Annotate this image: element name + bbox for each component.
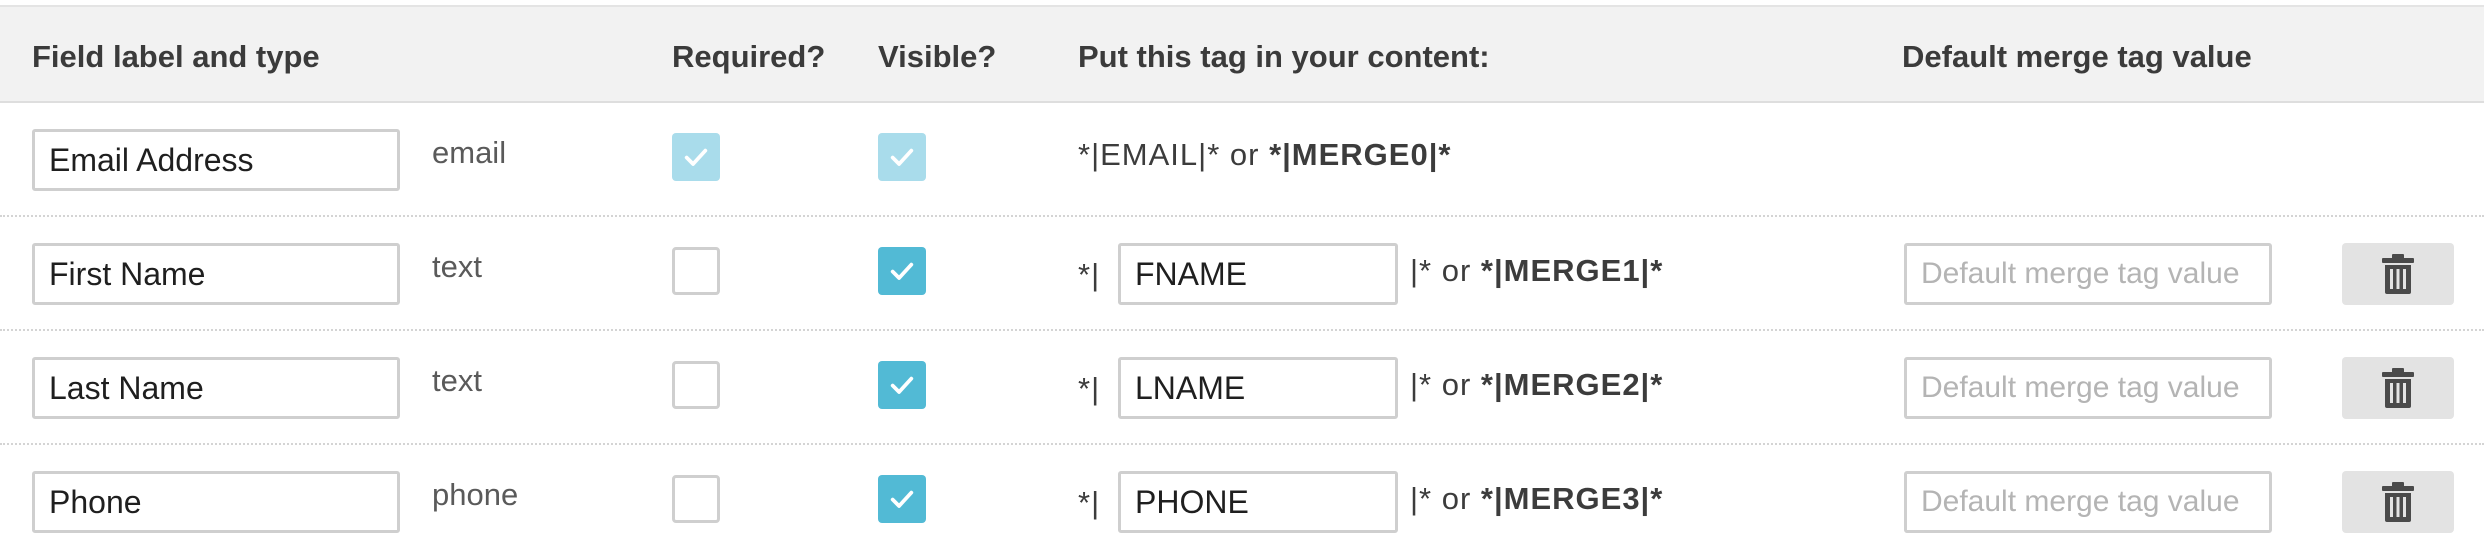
table-row: text *| |* or *|MERGE2|*	[0, 331, 2484, 445]
field-type: text	[432, 363, 482, 398]
tag-prefix: *|	[1078, 371, 1101, 406]
delete-field-button[interactable]	[2342, 243, 2454, 305]
visible-checkbox[interactable]	[878, 475, 926, 523]
merge-tag: *|MERGE2|*	[1480, 367, 1664, 402]
default-value-input[interactable]	[1904, 243, 2272, 305]
header-tag: Put this tag in your content:	[1078, 39, 1490, 74]
tag-prefix: *|	[1078, 257, 1101, 292]
merge-tag-text: |* or *|MERGE3|*	[1410, 481, 1663, 517]
check-icon	[890, 148, 914, 166]
header-default-value: Default merge tag value	[1902, 39, 2252, 74]
check-icon	[890, 376, 914, 394]
merge-tag-text: |* or *|MERGE2|*	[1410, 367, 1663, 403]
merge-tag-text: |* or *|MERGE1|*	[1410, 253, 1663, 289]
header-visible: Visible?	[878, 39, 997, 74]
required-checkbox[interactable]	[672, 475, 720, 523]
merge-tag-text: *|EMAIL|* or *|MERGE0|*	[1078, 137, 1451, 173]
tag-suffix: |* or	[1410, 253, 1481, 288]
check-icon	[890, 490, 914, 508]
field-type: email	[432, 135, 507, 170]
table-header: Field label and type Required? Visible? …	[0, 5, 2484, 103]
field-type: text	[432, 249, 482, 284]
field-label-input[interactable]	[32, 357, 400, 419]
delete-field-button[interactable]	[2342, 357, 2454, 419]
header-field-label: Field label and type	[32, 39, 320, 74]
table-row: phone *| |* or *|MERGE3|*	[0, 445, 2484, 559]
check-icon	[890, 262, 914, 280]
tag-suffix: |* or	[1410, 481, 1481, 516]
merge-fields-table: Field label and type Required? Visible? …	[0, 0, 2484, 558]
default-value-input[interactable]	[1904, 357, 2272, 419]
required-checkbox[interactable]	[672, 361, 720, 409]
tag-suffix: |* or	[1410, 367, 1481, 402]
trash-icon	[2382, 254, 2414, 294]
visible-checkbox[interactable]	[878, 361, 926, 409]
merge-tag: *|MERGE0|*	[1269, 137, 1452, 172]
tag-text: *|EMAIL|* or	[1078, 137, 1270, 172]
field-type: phone	[432, 477, 519, 512]
field-label-input[interactable]	[32, 243, 400, 305]
delete-field-button[interactable]	[2342, 471, 2454, 533]
default-value-input[interactable]	[1904, 471, 2272, 533]
visible-checkbox[interactable]	[878, 247, 926, 295]
required-checkbox[interactable]	[672, 247, 720, 295]
trash-icon	[2382, 482, 2414, 522]
field-label-input[interactable]	[32, 471, 400, 533]
merge-tag: *|MERGE3|*	[1480, 481, 1664, 516]
field-label-input[interactable]	[32, 129, 400, 191]
merge-tag: *|MERGE1|*	[1480, 253, 1664, 288]
table-row: email *|EMAIL|* or *|MERGE0|*	[0, 103, 2484, 217]
required-checkbox	[672, 133, 720, 181]
visible-checkbox	[878, 133, 926, 181]
header-required: Required?	[672, 39, 826, 74]
table-row: text *| |* or *|MERGE1|*	[0, 217, 2484, 331]
trash-icon	[2382, 368, 2414, 408]
check-icon	[684, 148, 708, 166]
merge-tag-input[interactable]	[1118, 243, 1398, 305]
tag-prefix: *|	[1078, 485, 1101, 520]
merge-tag-input[interactable]	[1118, 357, 1398, 419]
merge-tag-input[interactable]	[1118, 471, 1398, 533]
